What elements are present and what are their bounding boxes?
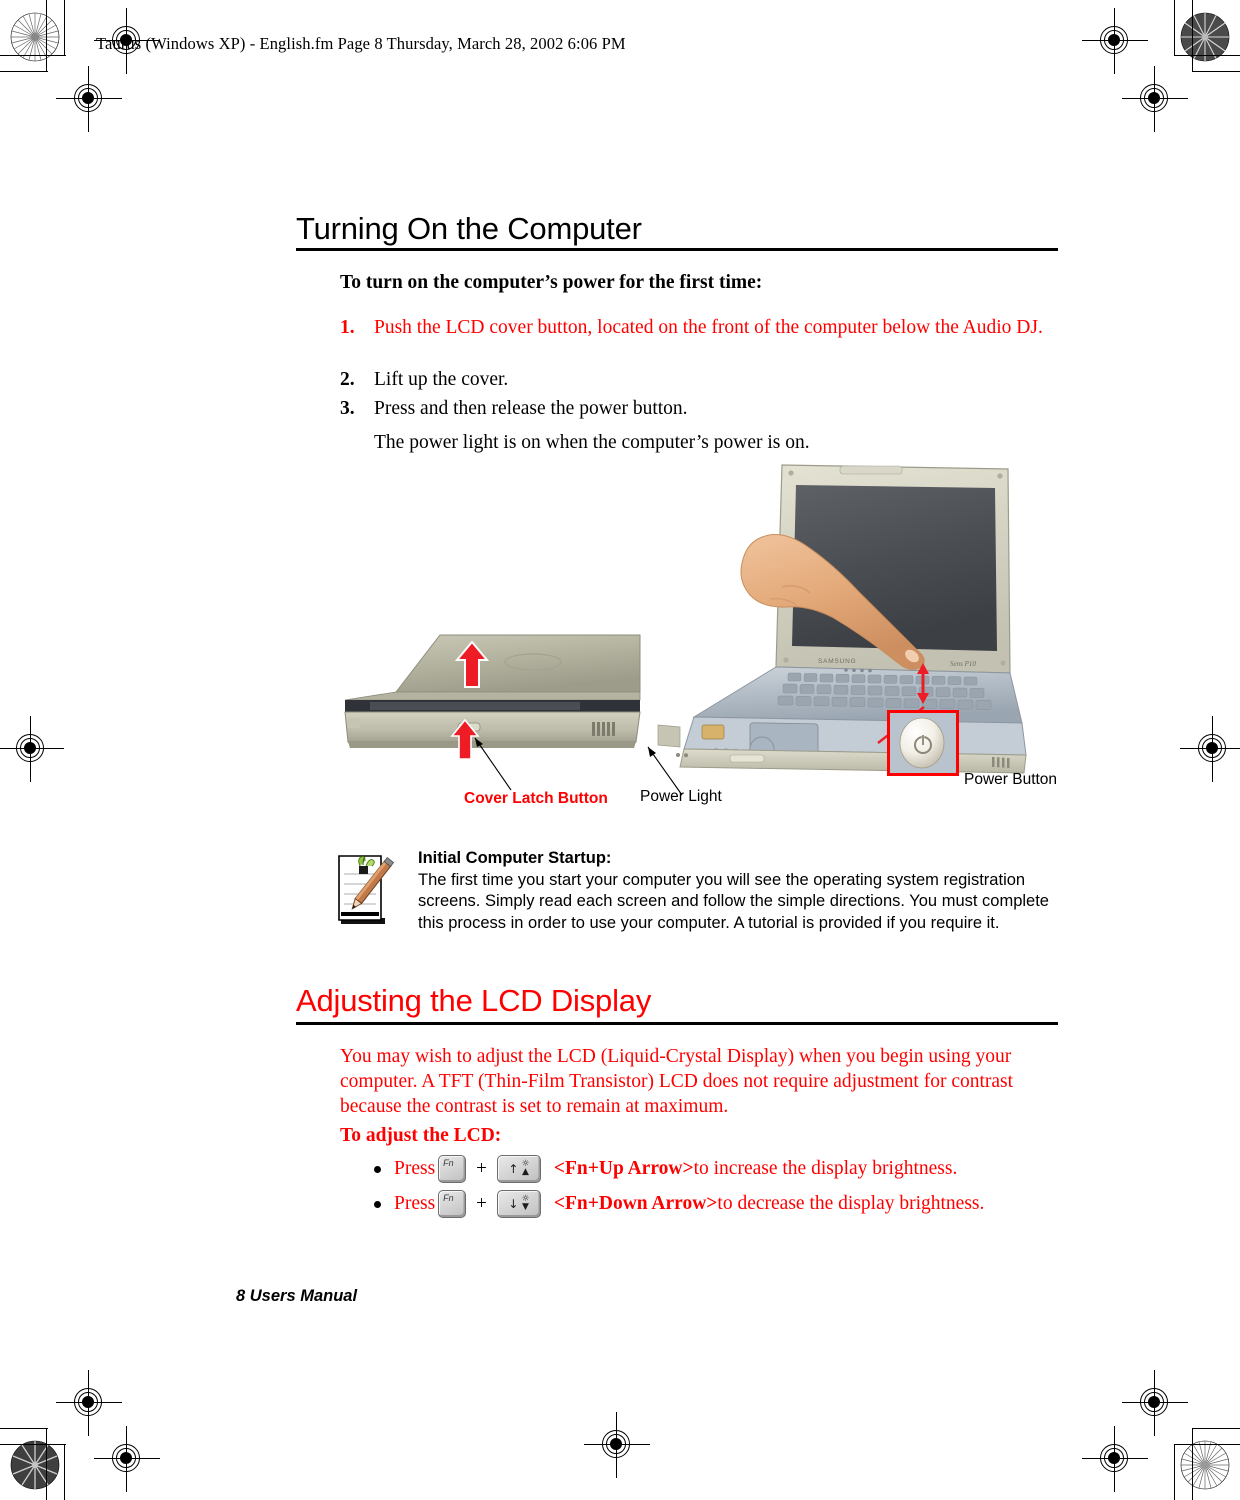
open-laptop-photo: SAMSUNG Sens P10 — [650, 455, 1050, 800]
up-arrow-key-glyphs: ↑ ☼ ▲ — [498, 1156, 540, 1182]
red-arrow-lid-up — [454, 640, 490, 689]
lcd-paragraph: You may wish to adjust the LCD (Liquid-C… — [340, 1046, 1014, 1117]
note-body: The first time you start your computer y… — [418, 870, 1049, 932]
svg-text:SAMSUNG: SAMSUNG — [818, 658, 856, 665]
svg-text:Sens P10: Sens P10 — [950, 660, 976, 668]
list-item: 3. Press and then release the power butt… — [340, 396, 1058, 421]
list-item: Press Fn + ↑ ☼ ▲ <Fn+Up Arrow> to increas… — [374, 1155, 957, 1183]
shortcut-down: <Fn+Down Arrow> — [553, 1193, 718, 1214]
turning-on-lead-in: To turn on the computer’s power for the … — [340, 272, 763, 293]
lcd-section-title: Adjusting the LCD Display — [296, 983, 652, 1018]
brightness-icon: ☼ ▼ — [521, 1194, 530, 1212]
list-item-text: Lift up the cover. — [374, 369, 509, 390]
plus-sign: + — [476, 1158, 487, 1179]
list-item-text: Press and then release the power button. — [374, 398, 688, 419]
bullet-dot-icon — [374, 1200, 381, 1208]
figure-label-cover-latch: Cover Latch Button — [464, 790, 608, 807]
shortcut-up: <Fn+Up Arrow> — [553, 1158, 694, 1179]
note-text-block: Initial Computer Startup: The first time… — [418, 848, 1053, 934]
notepad-pencil-icon — [333, 850, 395, 928]
list-item: 1. Push the LCD cover button, located on… — [340, 315, 1058, 340]
bullet-dot-icon — [374, 1165, 381, 1173]
heading-divider — [296, 1022, 1058, 1025]
list-item: Press Fn + ↓ ☼ ▼ <Fn+Down Arrow> to decre… — [374, 1190, 984, 1218]
fn-key: Fn — [438, 1155, 467, 1183]
list-item-number: 2. — [340, 369, 355, 390]
document-page: Taurus (Windows XP) - English.fm Page 8 … — [0, 0, 1240, 1500]
lcd-lead-in: To adjust the LCD: — [340, 1125, 502, 1146]
list-item-text: Push the LCD cover button, located on th… — [374, 317, 1043, 338]
down-arrow-icon: ↓ — [508, 1197, 519, 1211]
power-light-note: The power light is on when the computer’… — [374, 432, 810, 453]
press-label: Press — [394, 1158, 436, 1179]
shortcut-down-description: to decrease the display brightness. — [717, 1193, 985, 1214]
down-arrow-brightness-key: ↓ ☼ ▼ — [496, 1190, 541, 1218]
brightness-icon: ☼ ▲ — [521, 1159, 530, 1177]
page-content: Turning On the Computer To turn on the c… — [0, 0, 1240, 1500]
list-item-number: 1. — [340, 317, 355, 338]
up-arrow-icon: ↑ — [508, 1162, 519, 1176]
up-arrow-brightness-key: ↑ ☼ ▲ — [496, 1155, 541, 1183]
fn-key: Fn — [438, 1190, 467, 1218]
note-title: Initial Computer Startup: — [418, 849, 612, 867]
page-title: Turning On the Computer — [296, 211, 642, 246]
cover-latch-leader-line — [474, 737, 512, 791]
page-footer: 8 Users Manual — [236, 1287, 358, 1305]
startup-figure: Cover Latch Button SAMSUNG Sens P10 Powe… — [340, 455, 1060, 825]
figure-label-power-light: Power Light — [640, 788, 722, 805]
figure-label-power-button: Power Button — [964, 771, 1058, 788]
shortcut-up-description: to increase the display brightness. — [693, 1158, 958, 1179]
plus-sign: + — [476, 1193, 487, 1214]
list-item: 2. Lift up the cover. — [340, 367, 1058, 392]
down-arrow-key-glyphs: ↓ ☼ ▼ — [498, 1191, 540, 1217]
heading-divider — [296, 248, 1058, 251]
press-label: Press — [394, 1193, 436, 1214]
fn-key-label: Fn — [443, 1158, 454, 1168]
fn-key-label: Fn — [443, 1193, 454, 1203]
list-item-number: 3. — [340, 398, 355, 419]
power-button-callout-box — [887, 710, 959, 776]
